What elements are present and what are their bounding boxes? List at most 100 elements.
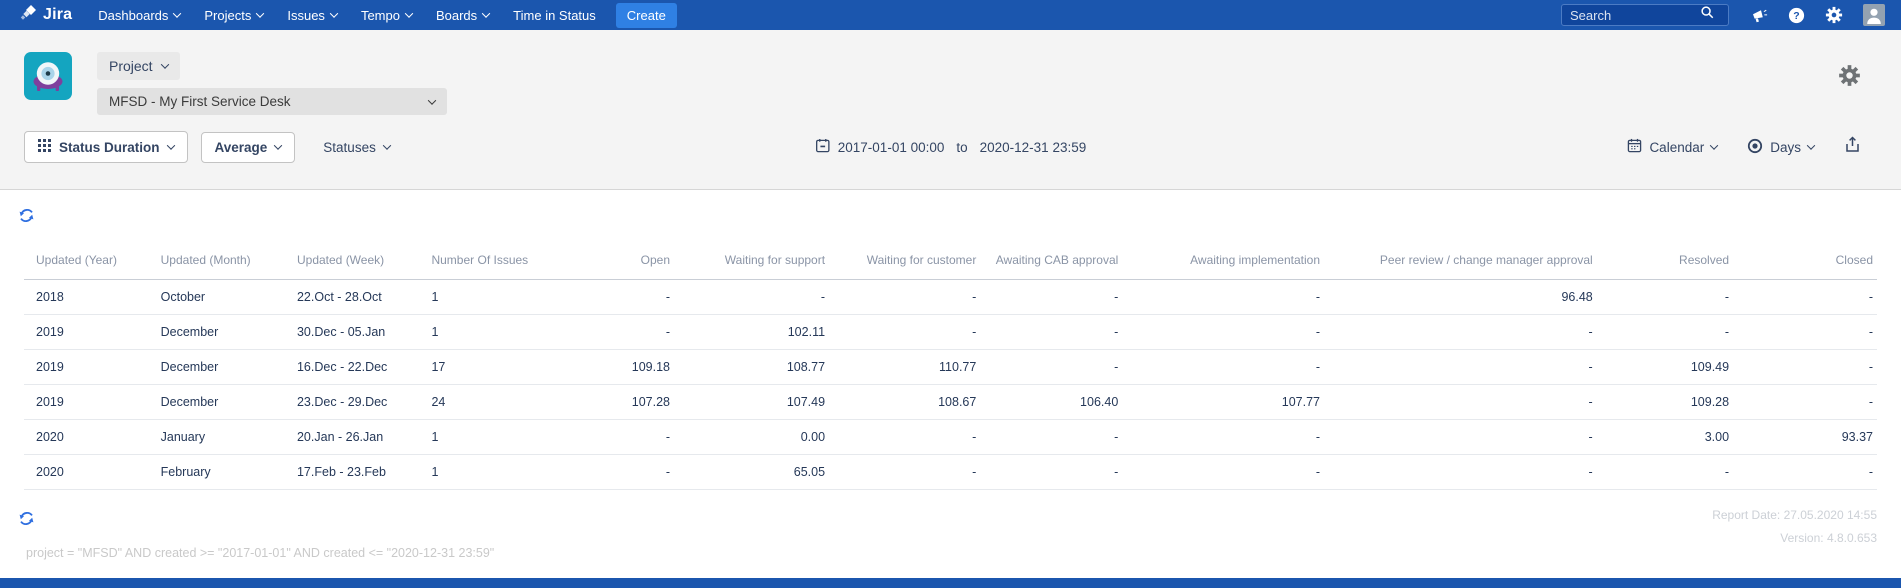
table-cell: - (1324, 314, 1597, 350)
table-cell: - (1596, 279, 1734, 315)
table-cell: 93.37 (1733, 419, 1877, 455)
chevron-down-icon (256, 9, 265, 18)
table-cell: 109.18 (548, 349, 675, 385)
table-cell: January (156, 419, 293, 455)
chevron-down-icon (481, 9, 491, 18)
navbar-search[interactable] (1561, 4, 1729, 26)
megaphone-icon[interactable] (1751, 7, 1768, 24)
scope-label: Project (109, 58, 153, 74)
metric-button[interactable]: Average (200, 131, 296, 163)
table-cell: 3.00 (1596, 419, 1734, 455)
nav-item-label: Tempo (360, 7, 400, 23)
jira-logo[interactable]: Jira (20, 4, 72, 26)
table-cell: December (156, 384, 293, 420)
table-cell: - (674, 279, 830, 315)
column-header: Updated (Week) (292, 247, 428, 280)
refresh-icon[interactable] (18, 207, 35, 229)
nav-item-projects[interactable]: Projects (192, 0, 275, 30)
table-cell: - (548, 419, 675, 455)
search-input[interactable] (1570, 7, 1700, 23)
statuses-dropdown[interactable]: Statuses (323, 139, 392, 155)
calendar-icon (1627, 138, 1642, 156)
table-cell: - (980, 419, 1123, 455)
refresh-row (0, 190, 1901, 229)
nav-item-boards[interactable]: Boards (424, 0, 501, 30)
nav-item-issues[interactable]: Issues (275, 0, 349, 30)
unit-label: Days (1770, 139, 1801, 155)
table-cell: 2019 (24, 349, 157, 385)
refresh-icon[interactable] (18, 510, 35, 532)
nav-item-label: Time in Status (513, 7, 596, 23)
chevron-down-icon (382, 141, 392, 150)
nav-item-tempo[interactable]: Tempo (349, 0, 424, 30)
calendar-mode-dropdown[interactable]: Calendar (1627, 138, 1719, 156)
export-icon[interactable] (1844, 136, 1861, 158)
table-cell: 20.Jan - 26.Jan (292, 419, 428, 455)
svg-text:?: ? (1793, 10, 1799, 22)
table-cell: - (829, 419, 981, 455)
scope-selector[interactable]: Project (97, 52, 180, 80)
table-cell: 17 (427, 349, 549, 385)
help-icon[interactable]: ? (1788, 7, 1805, 24)
chevron-down-icon (173, 9, 182, 18)
table-cell: - (548, 279, 675, 315)
table-cell: October (156, 279, 293, 315)
calendar-mode-label: Calendar (1649, 139, 1705, 155)
report-date-text: Report Date: 27.05.2020 14:55 (1712, 508, 1877, 522)
bottom-strip (0, 578, 1901, 588)
table-cell: - (1733, 454, 1877, 490)
table-cell: - (1324, 384, 1597, 420)
chevron-down-icon (427, 95, 437, 105)
table-cell: 2019 (24, 384, 157, 420)
table-cell: 23.Dec - 29.Dec (292, 384, 428, 420)
table-cell: 0.00 (674, 419, 830, 455)
table-cell: 96.48 (1324, 279, 1597, 315)
navbar-icon-group: ? (1751, 4, 1885, 26)
table-cell: - (1596, 454, 1734, 490)
report-footer: Report Date: 27.05.2020 14:55 Version: 4… (0, 490, 1901, 560)
report-toolbar: Status Duration Average Statuses 2017-01… (0, 115, 1901, 163)
chevron-down-icon (329, 9, 339, 18)
table-cell: 65.05 (674, 454, 830, 490)
footer-meta: Report Date: 27.05.2020 14:55 Version: 4… (1712, 504, 1877, 550)
toolbar-right-group: Calendar Days (1627, 136, 1861, 158)
table-cell: 2019 (24, 314, 157, 350)
column-header: Waiting for support (674, 247, 830, 280)
table-header-row: Updated (Year) Updated (Month) Updated (We… (24, 247, 1877, 280)
table-cell: 2018 (24, 279, 157, 315)
gear-icon[interactable] (1825, 6, 1843, 24)
nav-item-label: Dashboards (98, 7, 169, 23)
table-cell: 24 (427, 384, 549, 420)
unit-dropdown[interactable]: Days (1747, 138, 1816, 157)
settings-gear-icon[interactable] (1838, 64, 1861, 92)
user-avatar[interactable] (1863, 4, 1885, 26)
table-cell: 1 (427, 279, 549, 315)
search-icon[interactable] (1700, 5, 1715, 25)
table-cell: 1 (427, 314, 549, 350)
version-text: Version: 4.8.0.653 (1780, 530, 1877, 545)
statuses-label: Statuses (323, 139, 376, 155)
table-cell: 2020 (24, 454, 157, 490)
table-row: 2019 December 30.Dec - 05.Jan 1-102.11- - - - -… (24, 314, 1877, 350)
project-select[interactable]: MFSD - My First Service Desk (97, 88, 447, 115)
table-cell: 107.77 (1122, 384, 1324, 420)
table-cell: December (156, 314, 293, 350)
chevron-down-icon (404, 9, 414, 18)
create-button[interactable]: Create (615, 2, 677, 28)
nav-item-dashboards[interactable]: Dashboards (86, 0, 192, 30)
table-cell: 2020 (24, 419, 157, 455)
chevron-down-icon (166, 141, 175, 150)
date-range-picker[interactable]: 2017-01-01 00:00 to 2020-12-31 23:59 (815, 138, 1086, 156)
table-cell: December (156, 349, 293, 385)
table-cell: 107.49 (674, 384, 830, 420)
nav-item-time-in-status[interactable]: Time in Status (501, 0, 608, 30)
column-header: Awaiting implementation (1122, 247, 1324, 280)
table-cell: - (980, 279, 1123, 315)
project-row: Project MFSD - My First Service Desk (0, 30, 1901, 115)
table-cell: - (1122, 279, 1324, 315)
table-cell: - (1733, 384, 1877, 420)
table-cell: - (1733, 349, 1877, 385)
top-navbar: Jira Dashboards Projects Issues Tempo Bo… (0, 0, 1901, 30)
date-from-value: 2017-01-01 00:00 (837, 139, 945, 155)
report-type-button[interactable]: Status Duration (24, 131, 188, 163)
